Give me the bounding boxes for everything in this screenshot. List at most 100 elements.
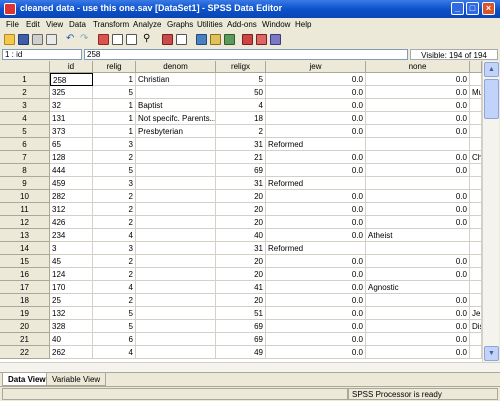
- cell-extra[interactable]: [470, 73, 482, 86]
- menu-window[interactable]: Window: [262, 20, 290, 29]
- menu-file[interactable]: File: [6, 20, 19, 29]
- cell-relig[interactable]: 4: [93, 346, 136, 359]
- cell-none[interactable]: 0.0: [366, 333, 470, 346]
- cell-extra[interactable]: Chi: [470, 151, 482, 164]
- cell-none[interactable]: 0.0: [366, 190, 470, 203]
- find-icon[interactable]: ⚲: [143, 34, 154, 45]
- cell-religx[interactable]: 20: [216, 268, 266, 281]
- cell-religx[interactable]: 5: [216, 73, 266, 86]
- cell-jew[interactable]: 0.0: [266, 216, 366, 229]
- cell-extra[interactable]: Dis: [470, 320, 482, 333]
- cell-none[interactable]: Agnostic: [366, 281, 470, 294]
- cell-denom[interactable]: [136, 216, 216, 229]
- cell-relig[interactable]: 3: [93, 242, 136, 255]
- cell-jew[interactable]: 0.0: [266, 268, 366, 281]
- cell-religx[interactable]: 21: [216, 151, 266, 164]
- value-labels-icon[interactable]: [242, 34, 253, 45]
- cell-jew[interactable]: 0.0: [266, 320, 366, 333]
- cell-denom[interactable]: [136, 138, 216, 151]
- cell-religx[interactable]: 18: [216, 112, 266, 125]
- cell-none[interactable]: 0.0: [366, 164, 470, 177]
- cell-relig[interactable]: 2: [93, 255, 136, 268]
- row-number[interactable]: 10: [0, 190, 50, 203]
- undo-icon[interactable]: ↶: [66, 34, 77, 45]
- cell-religx[interactable]: 50: [216, 86, 266, 99]
- cell-extra[interactable]: [470, 164, 482, 177]
- cell-none[interactable]: 0.0: [366, 125, 470, 138]
- cell-denom[interactable]: Not specifc. Parents...: [136, 112, 216, 125]
- cell-extra[interactable]: [470, 229, 482, 242]
- cell-denom[interactable]: [136, 190, 216, 203]
- select-cases-icon[interactable]: [224, 34, 235, 45]
- cell-religx[interactable]: 40: [216, 229, 266, 242]
- tab-variable-view[interactable]: Variable View: [46, 373, 107, 386]
- cell-id[interactable]: 65: [50, 138, 93, 151]
- row-number[interactable]: 7: [0, 151, 50, 164]
- redo-icon[interactable]: ↷: [80, 34, 91, 45]
- cell-extra[interactable]: Mu: [470, 86, 482, 99]
- cell-extra[interactable]: [470, 294, 482, 307]
- cell-denom[interactable]: [136, 177, 216, 190]
- cell-jew[interactable]: 0.0: [266, 125, 366, 138]
- cell-religx[interactable]: 69: [216, 333, 266, 346]
- cell-religx[interactable]: 69: [216, 320, 266, 333]
- cell-religx[interactable]: 20: [216, 255, 266, 268]
- row-number[interactable]: 1: [0, 73, 50, 86]
- cell-id[interactable]: 124: [50, 268, 93, 281]
- cell-relig[interactable]: 4: [93, 229, 136, 242]
- cell-id[interactable]: 40: [50, 333, 93, 346]
- cell-none[interactable]: 0.0: [366, 320, 470, 333]
- cell-relig[interactable]: 2: [93, 190, 136, 203]
- cell-jew[interactable]: 0.0: [266, 164, 366, 177]
- show-all-icon[interactable]: [270, 34, 281, 45]
- cell-jew[interactable]: 0.0: [266, 190, 366, 203]
- column-header-next[interactable]: [470, 61, 482, 73]
- cell-denom[interactable]: [136, 294, 216, 307]
- cell-jew[interactable]: Reformed: [266, 138, 366, 151]
- cell-relig[interactable]: 2: [93, 268, 136, 281]
- cell-extra[interactable]: [470, 255, 482, 268]
- cell-jew[interactable]: 0.0: [266, 112, 366, 125]
- menu-utilities[interactable]: Utilities: [197, 20, 223, 29]
- cell-id[interactable]: 128: [50, 151, 93, 164]
- cell-jew[interactable]: 0.0: [266, 86, 366, 99]
- scroll-thumb[interactable]: [484, 79, 499, 119]
- column-header-id[interactable]: id: [50, 61, 93, 73]
- cell-extra[interactable]: [470, 125, 482, 138]
- cell-none[interactable]: 0.0: [366, 216, 470, 229]
- cell-denom[interactable]: [136, 229, 216, 242]
- row-number[interactable]: 21: [0, 333, 50, 346]
- cell-none[interactable]: 0.0: [366, 99, 470, 112]
- row-number[interactable]: 4: [0, 112, 50, 125]
- cell-denom[interactable]: [136, 346, 216, 359]
- row-number[interactable]: 14: [0, 242, 50, 255]
- cell-jew[interactable]: 0.0: [266, 73, 366, 86]
- cell-jew[interactable]: 0.0: [266, 281, 366, 294]
- cell-relig[interactable]: 5: [93, 164, 136, 177]
- cell-denom[interactable]: [136, 151, 216, 164]
- cell-none[interactable]: 0.0: [366, 294, 470, 307]
- cell-extra[interactable]: Jeh: [470, 307, 482, 320]
- cell-religx[interactable]: 20: [216, 190, 266, 203]
- cell-id[interactable]: 131: [50, 112, 93, 125]
- row-number[interactable]: 11: [0, 203, 50, 216]
- cell-none[interactable]: 0.0: [366, 151, 470, 164]
- cell-religx[interactable]: 20: [216, 216, 266, 229]
- cell-extra[interactable]: [470, 99, 482, 112]
- row-number[interactable]: 19: [0, 307, 50, 320]
- cell-relig[interactable]: 5: [93, 307, 136, 320]
- row-number[interactable]: 18: [0, 294, 50, 307]
- row-number[interactable]: 20: [0, 320, 50, 333]
- insert-variable-icon[interactable]: [176, 34, 187, 45]
- cell-religx[interactable]: 41: [216, 281, 266, 294]
- cell-relig[interactable]: 3: [93, 138, 136, 151]
- vertical-scrollbar[interactable]: ▲ ▼: [482, 61, 499, 362]
- cell-none[interactable]: 0.0: [366, 268, 470, 281]
- save-icon[interactable]: [18, 34, 29, 45]
- column-header-denom[interactable]: denom: [136, 61, 216, 73]
- cell-extra[interactable]: [470, 268, 482, 281]
- cell-denom[interactable]: Christian: [136, 73, 216, 86]
- cell-id[interactable]: 25: [50, 294, 93, 307]
- cell-extra[interactable]: [470, 333, 482, 346]
- cell-relig[interactable]: 1: [93, 112, 136, 125]
